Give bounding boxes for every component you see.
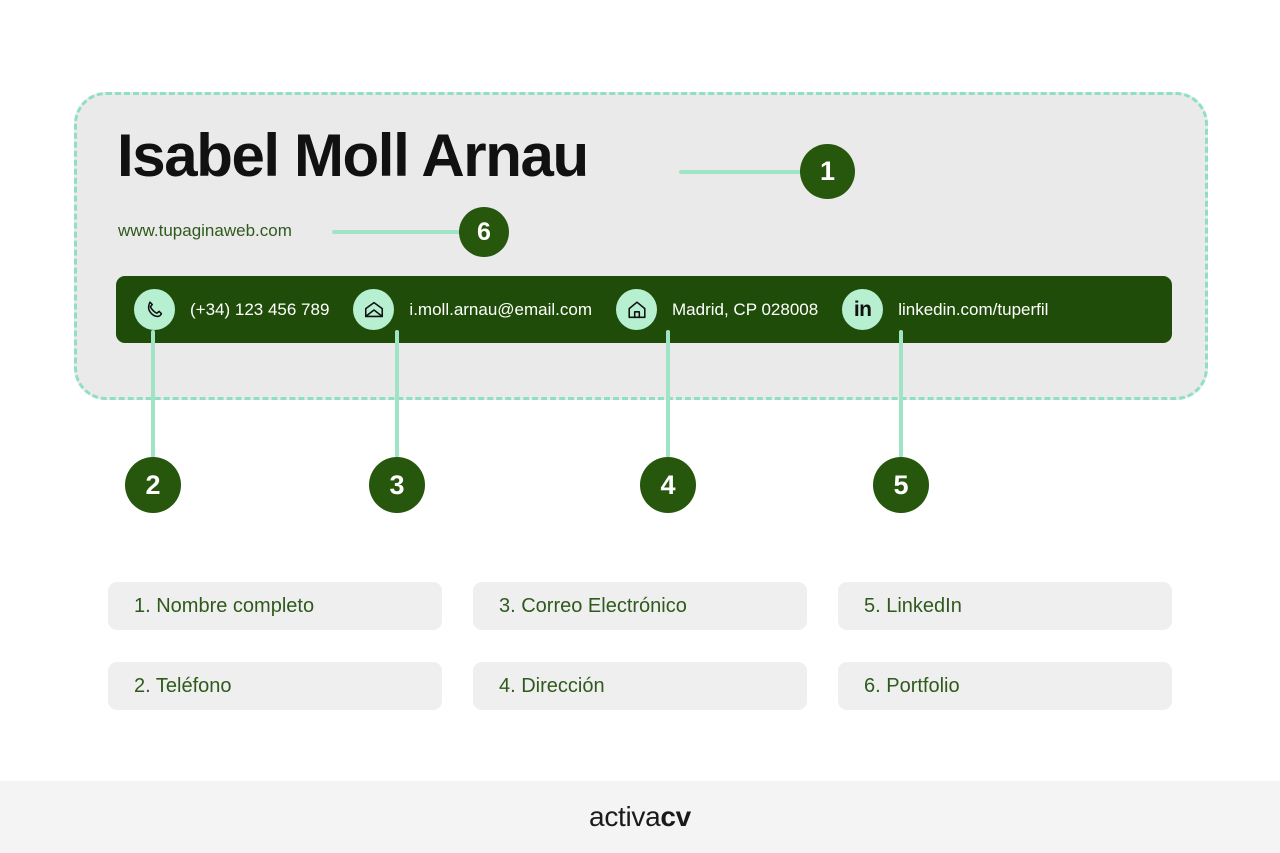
brand-logo-light: activa <box>589 801 661 832</box>
brand-logo-bold: cv <box>660 801 691 832</box>
connector-line-linkedin <box>899 330 903 458</box>
legend: 1. Nombre completo 2. Teléfono 3. Correo… <box>108 582 1172 710</box>
cv-name: Isabel Moll Arnau <box>117 122 589 189</box>
connector-line-phone <box>151 330 155 458</box>
linkedin-icon: in <box>842 289 884 330</box>
linkedin-glyph: in <box>853 298 872 321</box>
contact-bar: (+34) 123 456 789 i.moll.arnau@email.com… <box>116 276 1172 343</box>
connector-line-website <box>332 230 466 234</box>
brand-logo: activacv <box>589 801 691 833</box>
home-icon <box>616 289 658 330</box>
legend-item-5: 5. LinkedIn <box>838 582 1172 630</box>
contact-text-email: i.moll.arnau@email.com <box>409 299 593 319</box>
marker-2: 2 <box>125 457 181 513</box>
cv-website: www.tupaginaweb.com <box>118 221 292 240</box>
contact-item-email: i.moll.arnau@email.com <box>353 289 616 330</box>
phone-icon <box>134 289 175 330</box>
contact-text-phone: (+34) 123 456 789 <box>190 299 330 319</box>
contact-item-address: Madrid, CP 028008 <box>616 289 842 330</box>
marker-4: 4 <box>640 457 696 513</box>
contact-item-phone: (+34) 123 456 789 <box>134 289 353 330</box>
connector-line-email <box>395 330 399 458</box>
contact-item-linkedin: in linkedin.com/tuperfil <box>842 289 1072 330</box>
marker-1: 1 <box>800 144 855 199</box>
contact-text-linkedin: linkedin.com/tuperfil <box>898 299 1049 319</box>
legend-item-2: 2. Teléfono <box>108 662 442 710</box>
marker-5: 5 <box>873 457 929 513</box>
legend-item-4: 4. Dirección <box>473 662 807 710</box>
infographic-canvas: Isabel Moll Arnau www.tupaginaweb.com (+… <box>0 0 1280 853</box>
marker-6: 6 <box>459 207 509 257</box>
contact-text-address: Madrid, CP 028008 <box>672 299 819 319</box>
connector-line-name <box>679 170 806 174</box>
footer-bar: activacv <box>0 781 1280 853</box>
legend-item-1: 1. Nombre completo <box>108 582 442 630</box>
legend-item-3: 3. Correo Electrónico <box>473 582 807 630</box>
marker-3: 3 <box>369 457 425 513</box>
connector-line-address <box>666 330 670 458</box>
legend-item-6: 6. Portfolio <box>838 662 1172 710</box>
envelope-icon <box>353 289 395 330</box>
